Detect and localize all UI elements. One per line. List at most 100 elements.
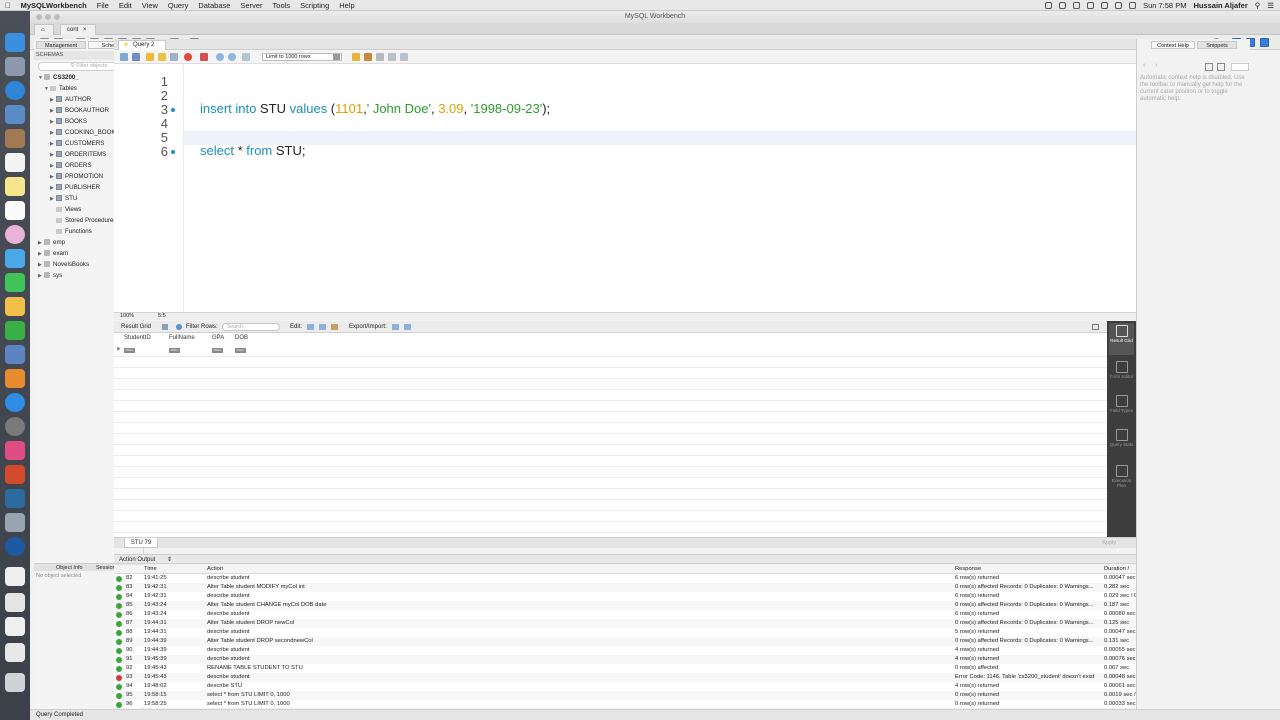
toggle-result-panel-icon[interactable] (1092, 324, 1099, 330)
stop-icon[interactable] (184, 53, 192, 61)
filter-rows-input[interactable]: Search (222, 323, 280, 331)
schema-novelsbooks[interactable]: ▶ NovelsBooks (38, 261, 89, 269)
explain-icon[interactable] (170, 53, 178, 61)
open-file-icon[interactable] (120, 53, 128, 61)
action-output-row[interactable]: 95 19:58:15 select * from STU LIMIT 0, 100… (114, 691, 1136, 700)
action-output-row[interactable]: 84 19:42:31 describe student 6 row(s) retur… (114, 592, 1136, 601)
launchpad-icon[interactable] (5, 57, 25, 76)
reminders-icon[interactable] (5, 201, 25, 220)
zoom-level[interactable]: 100% (120, 313, 134, 320)
beautify-icon[interactable] (364, 53, 372, 61)
flag-icon[interactable] (1129, 1, 1137, 9)
grid-icon[interactable] (162, 324, 168, 330)
table-promotion[interactable]: ▶ PROMOTION (50, 173, 103, 181)
result-grid[interactable]: ▶ StudentID FullName GPA DOB NULL NULL N… (114, 333, 1108, 544)
field-types-button[interactable]: Field Types (1109, 393, 1134, 425)
delete-row-icon[interactable] (331, 324, 338, 330)
mail-icon[interactable] (5, 105, 25, 124)
table-books[interactable]: ▶ BOOKS (50, 118, 87, 126)
spotlight-icon[interactable]: ⚲ (1255, 1, 1261, 10)
menu-view[interactable]: View (137, 1, 163, 10)
action-output-row[interactable]: 87 19:44:31 Alter Table student DROP newCo… (114, 619, 1136, 628)
battery-icon[interactable] (1101, 1, 1109, 9)
null-cell[interactable]: NULL (124, 348, 135, 353)
photos-icon[interactable] (5, 225, 25, 244)
execute-icon[interactable] (146, 53, 154, 61)
action-output-row[interactable]: 92 19:45:43 RENAME TABLE STUDENT TO STU 0 r… (114, 664, 1136, 673)
messages-icon[interactable] (5, 249, 25, 268)
null-cell[interactable]: NULL (212, 348, 223, 353)
apply-button[interactable]: Apply (1102, 540, 1116, 546)
execution-plan-button[interactable]: Execution Plan (1109, 463, 1134, 495)
contacts-icon[interactable] (5, 129, 25, 148)
menu-file[interactable]: File (92, 1, 114, 10)
edit-row-icon[interactable] (307, 324, 314, 330)
preview-icon[interactable] (5, 513, 25, 532)
table-bookauthor[interactable]: ▶ BOOKAUTHOR (50, 107, 109, 115)
schema-emp[interactable]: ▶ emp (38, 239, 65, 247)
sql-editor[interactable]: 1 2 3 4 5 6 insert into STU values (1101… (114, 64, 1136, 312)
close-tab-icon[interactable]: × (83, 27, 87, 33)
tab-session[interactable]: Session (96, 564, 116, 572)
tab-snippets[interactable]: Snippets (1197, 41, 1237, 49)
column-header-fullname[interactable]: FullName (169, 335, 195, 341)
query-stats-button[interactable]: Query Stats (1109, 427, 1134, 459)
menu-scripting[interactable]: Scripting (295, 1, 334, 10)
autocommit-icon[interactable] (242, 53, 250, 61)
display-icon[interactable] (1059, 1, 1067, 9)
result-grid-view-button[interactable]: Result Grid (1109, 323, 1134, 355)
bluetooth-icon[interactable] (1073, 1, 1081, 9)
mysql-workbench-icon[interactable] (5, 489, 25, 508)
tree-functions[interactable]: Functions (50, 228, 92, 236)
pages-icon[interactable] (5, 297, 25, 316)
menu-tools[interactable]: Tools (268, 1, 296, 10)
tab-object-info[interactable]: Object Info (56, 564, 83, 572)
schema-sys[interactable]: ▶ sys (38, 272, 62, 280)
table-customers[interactable]: ▶ CUSTOMERS (50, 140, 104, 148)
execute-current-icon[interactable] (158, 53, 166, 61)
tab-management[interactable]: Management (36, 41, 86, 49)
import-icon[interactable] (404, 324, 411, 330)
menu-query[interactable]: Query (163, 1, 193, 10)
trash-icon[interactable] (5, 673, 25, 692)
calendar-icon[interactable] (5, 153, 25, 172)
volume-icon[interactable] (1087, 1, 1095, 9)
document-icon[interactable] (5, 567, 25, 586)
insert-row-icon[interactable] (319, 324, 326, 330)
limit-rows-select[interactable]: Limit to 1000 rows (262, 53, 342, 61)
quicktime-icon[interactable] (5, 537, 25, 556)
result-tab-stu[interactable]: STU 79 (124, 538, 158, 548)
menu-server[interactable]: Server (235, 1, 267, 10)
add-bookmark-icon[interactable] (352, 53, 360, 61)
minimize-window-button[interactable] (45, 14, 51, 20)
export-icon[interactable] (392, 324, 399, 330)
system-preferences-icon[interactable] (5, 417, 25, 436)
action-output-list[interactable]: 82 19:41:25 describe student 6 row(s) retur… (114, 574, 1136, 708)
rollback-icon[interactable] (228, 53, 236, 61)
finder-icon[interactable] (5, 33, 25, 52)
toggle-right-panel-icon[interactable] (1260, 38, 1269, 47)
table-author[interactable]: ▶ AUTHOR (50, 96, 91, 104)
commit-icon[interactable] (216, 53, 224, 61)
keynote-icon[interactable] (5, 345, 25, 364)
action-output-row[interactable]: 96 19:58:25 select * from STU LIMIT 0, 100… (114, 700, 1136, 708)
wifi-icon[interactable] (1115, 1, 1123, 9)
tree-views[interactable]: Views (50, 206, 81, 214)
menu-help[interactable]: Help (334, 1, 359, 10)
close-window-button[interactable] (36, 14, 42, 20)
menu-clock[interactable]: Sun 7:58 PM (1143, 1, 1186, 10)
menu-user[interactable]: Hussain Aljafer (1193, 1, 1247, 10)
powerpoint-icon[interactable] (5, 465, 25, 484)
auto-help-icon[interactable] (1217, 63, 1225, 71)
forward-icon[interactable]: › (1155, 62, 1157, 69)
notification-center-icon[interactable]: ☰ (1267, 1, 1274, 10)
null-cell[interactable]: NULL (235, 348, 246, 353)
refresh-icon[interactable] (176, 324, 182, 330)
action-output-row[interactable]: 91 19:45:39 describe student 4 row(s) retur… (114, 655, 1136, 664)
column-header-dob[interactable]: DOB (235, 335, 248, 341)
action-output-row[interactable]: 89 19:44:39 Alter Table student DROP secon… (114, 637, 1136, 646)
menu-edit[interactable]: Edit (114, 1, 137, 10)
menu-app-name[interactable]: MySQLWorkbench (16, 1, 92, 10)
notes-icon[interactable] (5, 177, 25, 196)
action-output-row[interactable]: 90 19:44:39 describe student 4 row(s) retur… (114, 646, 1136, 655)
